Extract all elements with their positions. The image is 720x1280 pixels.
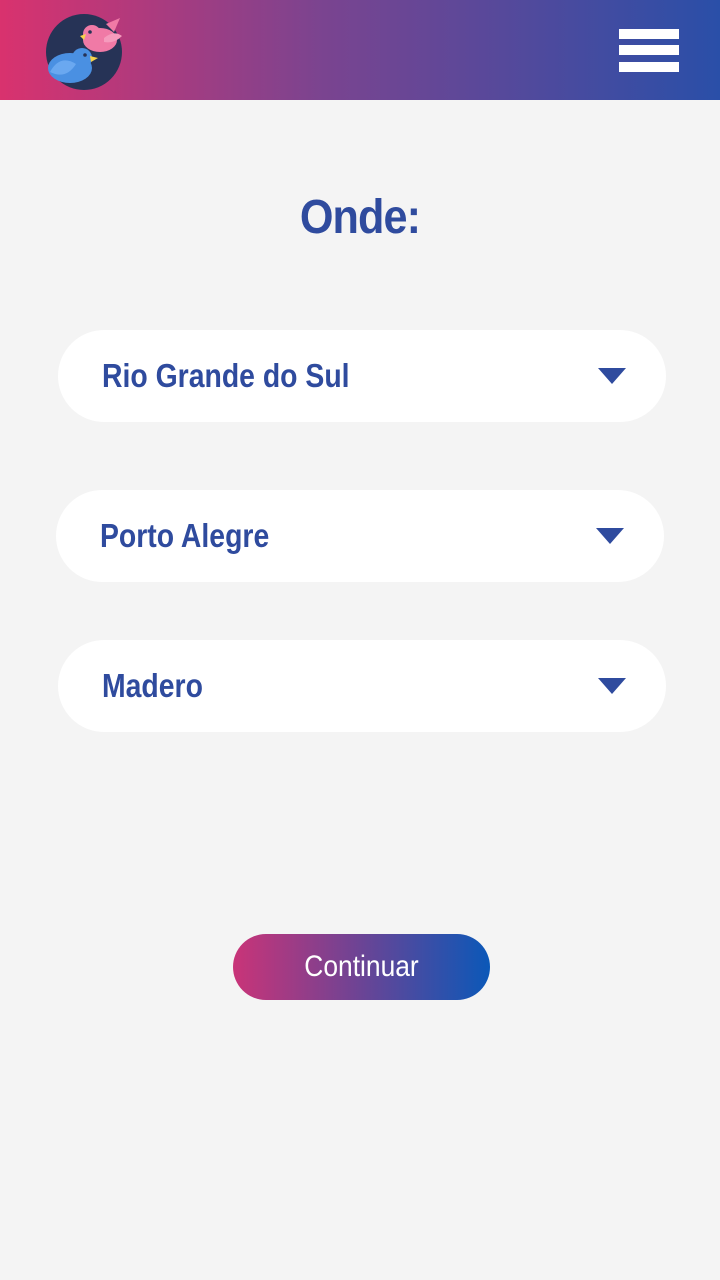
state-select[interactable]: Rio Grande do Sul — [58, 330, 666, 422]
city-select[interactable]: Porto Alegre — [56, 490, 664, 582]
top-bar — [0, 0, 720, 100]
app-logo[interactable] — [42, 10, 126, 94]
menu-button[interactable] — [610, 22, 688, 78]
chevron-down-icon — [598, 368, 626, 384]
page-title: Onde: — [299, 191, 421, 244]
continue-button[interactable]: Continuar — [233, 934, 490, 1000]
chevron-down-icon — [598, 678, 626, 694]
screen: Onde: Rio Grande do Sul Porto Alegre Mad… — [0, 0, 720, 1280]
continue-button-label: Continuar — [304, 950, 419, 983]
state-select-value: Rio Grande do Sul — [102, 357, 350, 394]
chevron-down-icon — [596, 528, 624, 544]
place-select[interactable]: Madero — [58, 640, 666, 732]
two-birds-logo-icon — [46, 14, 122, 90]
hamburger-menu-icon-bar — [619, 62, 679, 72]
hamburger-menu-icon-bar — [619, 45, 679, 55]
city-select-value: Porto Alegre — [100, 517, 270, 554]
hamburger-menu-icon — [619, 29, 679, 39]
place-select-value: Madero — [102, 667, 203, 704]
